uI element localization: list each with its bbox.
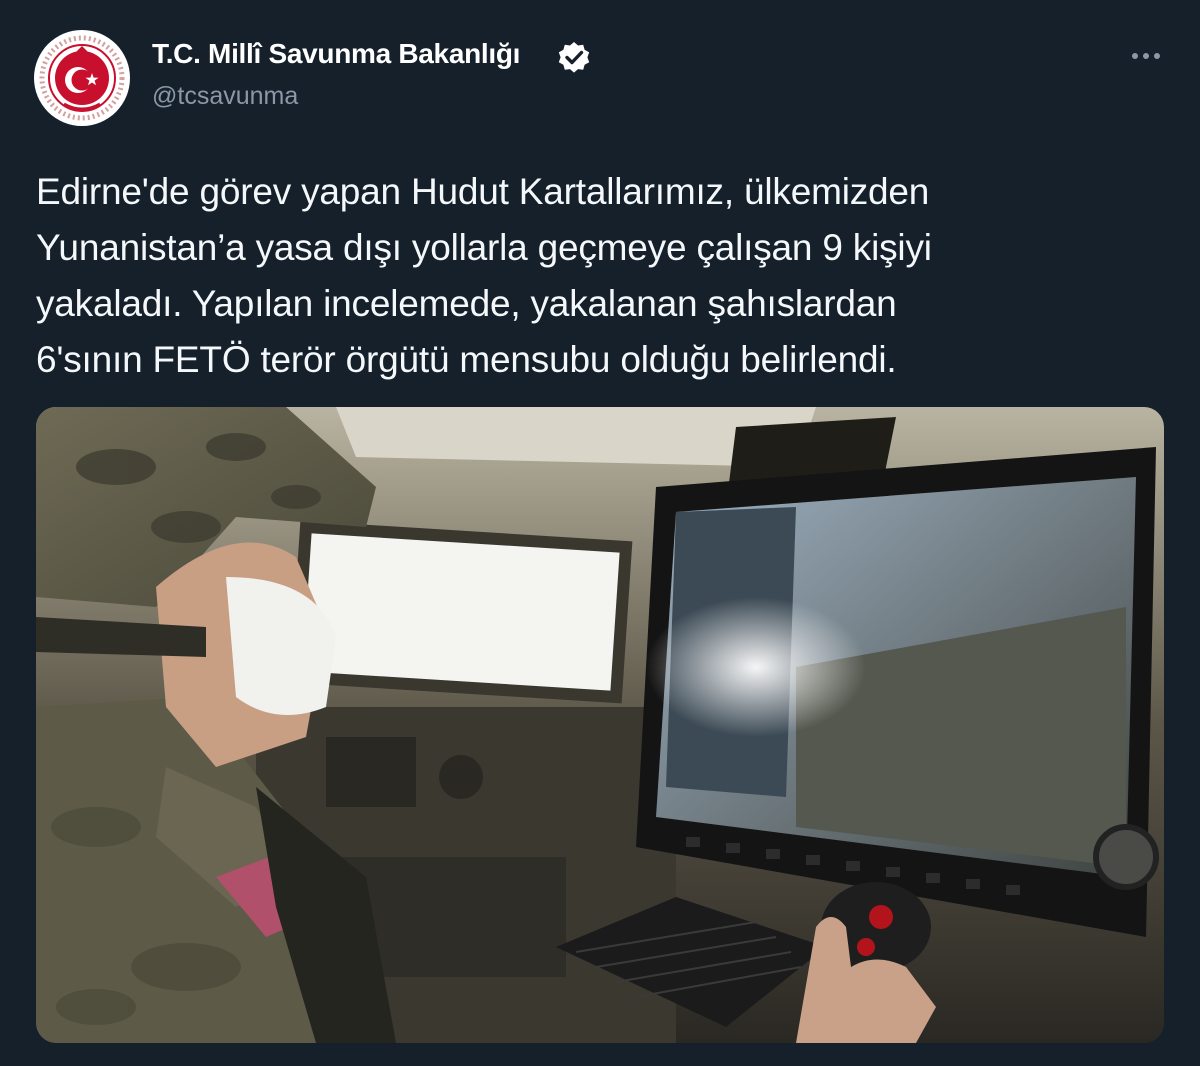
soldier-at-monitor-photo (36, 407, 1164, 1043)
tweet-text-line: Edirne'de görev yapan Hudut Kartallarımı… (36, 171, 930, 212)
author-handle[interactable]: @tcsavunma (152, 82, 298, 111)
tweet: T.C. Millî Savunma Bakanlığı @tcsavunma … (0, 0, 1200, 1066)
verified-badge-icon (558, 42, 590, 73)
tweet-text: Edirne'de görev yapan Hudut Kartallarımı… (36, 164, 1176, 388)
more-options-button[interactable] (1118, 36, 1174, 76)
tweet-text-line: Yunanistan’a yasa dışı yollarla geçmeye … (36, 227, 932, 268)
tweet-text-line: 6'sının FETÖ terör örgütü mensubu olduğu… (36, 339, 897, 380)
more-horizontal-icon (1132, 53, 1160, 59)
tweet-text-line: yakaladı. Yapılan incelemede, yakalanan … (36, 283, 897, 324)
tweet-media-photo[interactable] (36, 407, 1164, 1043)
author-display-name[interactable]: T.C. Millî Savunma Bakanlığı (152, 38, 520, 70)
ministry-emblem-icon (35, 31, 129, 125)
avatar[interactable] (34, 30, 130, 126)
